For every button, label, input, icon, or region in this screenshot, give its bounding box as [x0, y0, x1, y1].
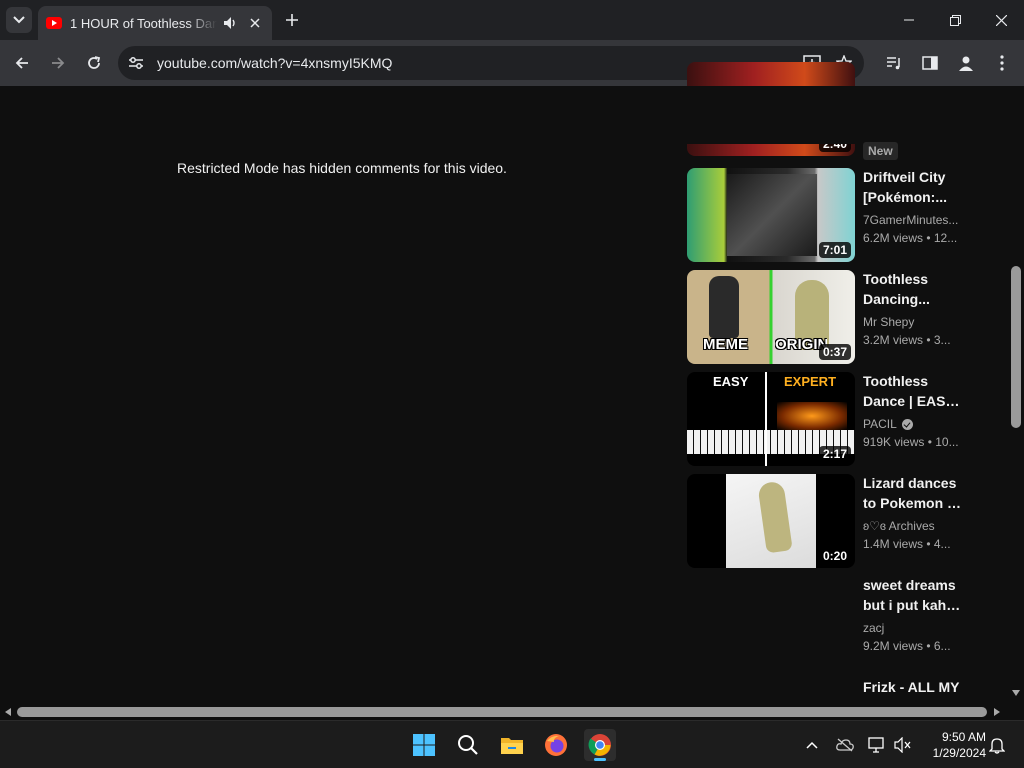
horizontal-scrollbar-thumb[interactable] — [17, 707, 987, 717]
media-controls-icon[interactable] — [880, 49, 908, 77]
video-thumbnail[interactable]: 0:20 — [687, 474, 855, 568]
video-thumbnail[interactable]: EASY EXPERT 2:17 — [687, 372, 855, 466]
minimize-icon[interactable] — [886, 0, 932, 40]
video-title[interactable]: Frizk - ALL MY — [863, 677, 973, 697]
menu-icon[interactable] — [24, 105, 48, 125]
system-clock[interactable]: 9:50 AM 1/29/2024 — [918, 729, 986, 761]
video-thumbnail[interactable]: 7:01 — [687, 168, 855, 262]
side-panel-icon[interactable] — [916, 49, 944, 77]
chrome-icon[interactable] — [584, 729, 616, 761]
forward-arrow-icon[interactable] — [44, 49, 72, 77]
video-title[interactable]: Toothless Dance | EASY ... — [863, 371, 963, 411]
video-meta: 919K views • 10... — [863, 435, 959, 449]
youtube-logo[interactable]: YouTube — [72, 104, 182, 127]
channel-name[interactable]: 7GamerMinutes... — [863, 211, 963, 229]
video-thumbnail-partial[interactable]: 2:40 — [687, 62, 855, 156]
search-icon[interactable] — [452, 729, 484, 761]
browser-menu-icon[interactable] — [988, 49, 1016, 77]
youtube-play-icon — [72, 105, 102, 126]
new-badge: New — [863, 142, 898, 160]
video-duration: 2:17 — [818, 446, 851, 462]
video-title[interactable]: Driftveil City [Pokémon:... — [863, 167, 963, 207]
tab-active[interactable]: 1 HOUR of Toothless Dancing — [38, 6, 272, 40]
tab-title: 1 HOUR of Toothless Dancing — [70, 15, 217, 31]
video-info[interactable]: Driftveil City [Pokémon:... 7GamerMinutes… — [863, 167, 963, 247]
sign-in-button[interactable]: Sign in — [892, 96, 991, 132]
restore-icon[interactable] — [932, 0, 978, 40]
channel-name[interactable]: Mr Shepy — [863, 313, 963, 331]
taskbar: 9:50 AM 1/29/2024 — [0, 720, 1024, 768]
video-meta: 6.2M views • 12... — [863, 231, 958, 245]
youtube-header: YouTube Sign in — [0, 86, 1024, 144]
video-info[interactable]: Toothless Dance | EASY ... PACIL 919K vie… — [863, 371, 963, 451]
video-title[interactable]: Lizard dances to Pokemon b... — [863, 473, 963, 513]
clock-date: 1/29/2024 — [932, 746, 986, 760]
thumbnail-caption: MEME — [703, 336, 748, 353]
firefox-icon[interactable] — [540, 729, 572, 761]
channel-name[interactable]: zacj — [863, 619, 963, 637]
vertical-scrollbar-thumb[interactable] — [1011, 266, 1021, 428]
verified-check-icon — [901, 418, 913, 430]
video-info[interactable]: Toothless Dancing... Mr Shepy 3.2M views … — [863, 269, 963, 349]
network-monitor-icon[interactable] — [867, 735, 887, 755]
restricted-mode-message: Restricted Mode has hidden comments for … — [177, 160, 507, 176]
show-hidden-icons-chevron-icon[interactable] — [802, 735, 822, 755]
site-settings-icon[interactable] — [126, 53, 146, 73]
windows-start-icon[interactable] — [408, 729, 440, 761]
speaker-icon[interactable] — [221, 14, 239, 32]
account-circle-icon — [903, 103, 925, 125]
scroll-right-arrow-icon[interactable] — [994, 708, 1000, 716]
scroll-down-arrow-icon[interactable] — [1012, 690, 1020, 696]
reload-icon[interactable] — [80, 49, 108, 77]
chevron-down-icon — [13, 16, 25, 24]
video-duration: 2:40 — [818, 136, 851, 152]
search-input[interactable] — [278, 105, 618, 123]
video-duration: 0:37 — [818, 344, 851, 360]
video-duration: 0:20 — [818, 548, 851, 564]
file-explorer-icon[interactable] — [496, 729, 528, 761]
video-info[interactable]: sweet dreams but i put kaho... zacj 9.2M … — [863, 575, 963, 655]
browser-toolbar: youtube.com/watch?v=4xnsmyI5KMQ — [0, 40, 1024, 86]
search-icon — [667, 105, 687, 125]
channel-name[interactable]: PACIL — [863, 415, 963, 433]
video-title[interactable]: sweet dreams but i put kaho... — [863, 575, 963, 615]
profile-icon[interactable] — [952, 49, 980, 77]
url-text: youtube.com/watch?v=4xnsmyI5KMQ — [157, 55, 393, 71]
tab-search-button[interactable] — [6, 7, 32, 33]
thumbnail-caption: EASY — [713, 374, 749, 389]
clock-time: 9:50 AM — [941, 730, 986, 744]
onedrive-cloud-icon[interactable] — [835, 735, 855, 755]
back-arrow-icon[interactable] — [8, 49, 36, 77]
video-meta: 3.2M views • 3... — [863, 333, 951, 347]
scroll-left-arrow-icon[interactable] — [5, 708, 11, 716]
thumbnail-caption: EXPERT — [784, 374, 837, 389]
notification-bell-icon[interactable] — [987, 735, 1007, 755]
video-meta: 9.2M views • 6... — [863, 639, 951, 653]
more-options-icon[interactable] — [852, 102, 876, 128]
video-duration: 7:01 — [818, 242, 851, 258]
youtube-favicon-icon — [46, 17, 62, 29]
video-info[interactable]: Frizk - ALL MY — [863, 677, 973, 704]
volume-muted-icon[interactable] — [893, 735, 913, 755]
video-title[interactable]: Toothless Dancing... — [863, 269, 963, 309]
close-window-icon[interactable] — [978, 0, 1024, 40]
tab-strip: 1 HOUR of Toothless Dancing — [0, 0, 1024, 40]
video-meta: 1.4M views • 4... — [863, 537, 951, 551]
tab-close-icon[interactable] — [246, 14, 264, 32]
youtube-logo-text: YouTube — [105, 104, 182, 126]
video-info[interactable]: Lizard dances to Pokemon b... ʚ♡ɞ Archive… — [863, 473, 963, 553]
new-tab-plus-icon[interactable] — [282, 10, 302, 30]
search-box — [261, 95, 646, 135]
channel-name[interactable]: ʚ♡ɞ Archives — [863, 517, 963, 535]
video-thumbnail[interactable]: MEME ORIGINAL 0:37 — [687, 270, 855, 364]
sign-in-label: Sign in — [931, 106, 978, 122]
